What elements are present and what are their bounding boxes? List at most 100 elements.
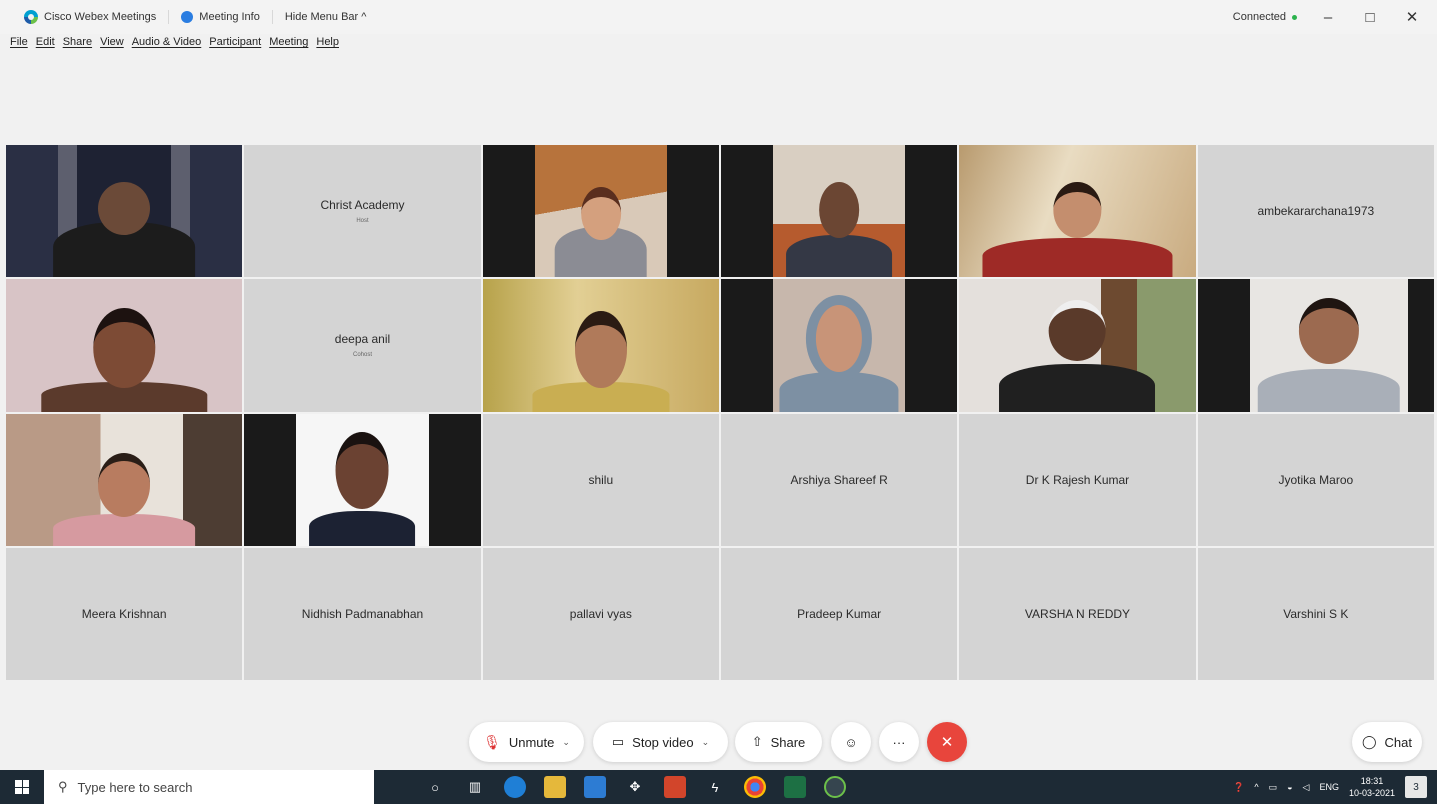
cortana-icon[interactable]: ○ [424,776,446,798]
menu-file[interactable]: File [10,36,28,56]
stop-video-button[interactable]: ▭ Stop video ⌄ [593,722,728,762]
search-placeholder: Type here to search [77,779,193,795]
participant-role: Host [356,218,369,225]
chevron-down-icon[interactable]: ⌄ [702,737,710,748]
windows-logo-icon [15,780,29,794]
app-name: Cisco Webex Meetings [44,11,157,23]
taskbar-search[interactable]: ⚲ Type here to search [44,770,374,804]
minimize-button[interactable]: – [1317,9,1339,26]
webex-taskbar-icon[interactable] [824,776,846,798]
mail-icon[interactable] [584,776,606,798]
participant-video-tile[interactable] [6,279,243,412]
unmute-button[interactable]: 🎙 Unmute ⌄ [469,722,584,762]
smiley-icon: ☺ [844,734,858,750]
menu-meeting[interactable]: Meeting [269,36,308,56]
participant-name: shilu [588,472,614,487]
participant-video-tile[interactable] [959,145,1196,278]
reactions-button[interactable]: ☺ [831,722,871,762]
participant-tile[interactable]: Pradeep Kumar [720,547,958,680]
power-automate-icon[interactable]: ϟ [704,776,726,798]
menu-audio-video[interactable]: Audio & Video [132,36,202,56]
dropbox-icon[interactable]: ✥ [624,776,646,798]
participant-tile[interactable]: Christ Academy Host [244,145,481,278]
participant-name: Pradeep Kumar [797,606,882,621]
menu-help[interactable]: Help [316,36,339,56]
video-camera-icon: ▭ [611,734,625,749]
share-icon: ⇧ [751,734,763,749]
participant-video-tile[interactable] [482,279,719,412]
participant-name: Jyotika Maroo [1278,472,1354,487]
menu-share[interactable]: Share [63,36,92,56]
participant-tile[interactable]: Nidhish Padmanabhan [244,547,481,680]
network-icon[interactable]: ◒ [1287,782,1292,792]
clock-date: 10-03-2021 [1348,788,1395,798]
chat-bubble-icon: ◯ [1361,734,1377,749]
participant-video-tile[interactable] [959,279,1196,412]
close-icon: ✕ [940,734,954,751]
hide-menu-bar-button[interactable]: Hide Menu Bar ^ [273,10,379,24]
title-bar: Cisco Webex Meetings Meeting Info Hide M… [0,0,1437,34]
language-indicator[interactable]: ENG [1319,782,1339,792]
menu-edit[interactable]: Edit [36,36,55,56]
leave-meeting-button[interactable]: ✕ [927,722,967,762]
participant-video-tile[interactable] [1197,279,1434,412]
chat-button[interactable]: ◯ Chat [1352,722,1422,762]
webex-logo-icon [24,10,38,24]
battery-icon[interactable]: ▭ [1269,782,1278,793]
participant-name: Meera Krishnan [81,606,167,621]
participant-tile[interactable]: VARSHA N REDDY [959,547,1196,680]
participant-tile[interactable]: shilu [482,413,719,546]
meeting-info-button[interactable]: Meeting Info [169,10,273,24]
participant-video-tile[interactable] [720,279,958,412]
participant-tile[interactable]: Varshini S K [1197,547,1434,680]
participant-video-tile[interactable] [720,145,958,278]
restore-button[interactable]: □ [1359,9,1381,26]
office-icon[interactable] [664,776,686,798]
participant-video-tile[interactable] [244,413,481,546]
participant-name: Arshiya Shareef R [790,472,888,487]
meeting-info-label: Meeting Info [199,11,260,23]
participant-name: deepa anil [334,332,391,347]
connection-status: Connected [1233,11,1297,23]
share-button[interactable]: ⇧ Share [735,722,822,762]
info-icon [181,11,194,23]
participant-video-tile[interactable] [482,145,719,278]
start-button[interactable] [0,770,44,804]
participant-tile[interactable]: Arshiya Shareef R [720,413,958,546]
clock[interactable]: 18:31 10-03-2021 [1349,775,1395,799]
participant-tile[interactable]: Jyotika Maroo [1197,413,1434,546]
help-icon[interactable]: ❓ [1233,782,1244,793]
notification-button[interactable]: 3 [1405,776,1427,798]
file-explorer-icon[interactable] [544,776,566,798]
excel-icon[interactable] [784,776,806,798]
participant-name: Christ Academy [320,198,405,213]
menu-participant[interactable]: Participant [209,36,261,56]
task-view-icon[interactable]: ▥ [464,776,486,798]
participant-tile[interactable]: ambekararchana1973 [1197,145,1434,278]
more-options-button[interactable]: ··· [879,722,919,762]
close-button[interactable]: ✕ [1401,8,1423,26]
clock-time: 18:31 [1360,776,1384,786]
participant-tile[interactable]: deepa anil Cohost [244,279,481,412]
chevron-up-icon[interactable]: ^ [1254,782,1258,792]
chrome-icon[interactable] [744,776,766,798]
app-title[interactable]: Cisco Webex Meetings [12,10,170,24]
share-label: Share [770,734,806,750]
stop-video-label: Stop video [632,734,694,750]
participant-video-tile[interactable] [6,413,243,546]
search-icon: ⚲ [58,779,68,794]
menu-bar: File Edit Share View Audio & Video Parti… [0,36,339,56]
connection-status-label: Connected [1232,11,1286,23]
participant-name: Varshini S K [1283,606,1349,621]
volume-icon[interactable]: ◁ [1303,782,1310,793]
more-icon: ··· [892,734,906,750]
chevron-down-icon[interactable]: ⌄ [562,737,570,748]
notification-count: 3 [1413,781,1419,793]
menu-view[interactable]: View [100,36,124,56]
participant-tile[interactable]: pallavi vyas [482,547,719,680]
participant-tile[interactable]: Dr K Rajesh Kumar [959,413,1196,546]
edge-icon[interactable] [504,776,526,798]
meeting-controls: 🎙 Unmute ⌄ ▭ Stop video ⌄ ⇧ Share ☺ ··· … [0,722,1437,764]
participant-video-tile[interactable] [6,145,243,278]
participant-tile[interactable]: Meera Krishnan [6,547,243,680]
